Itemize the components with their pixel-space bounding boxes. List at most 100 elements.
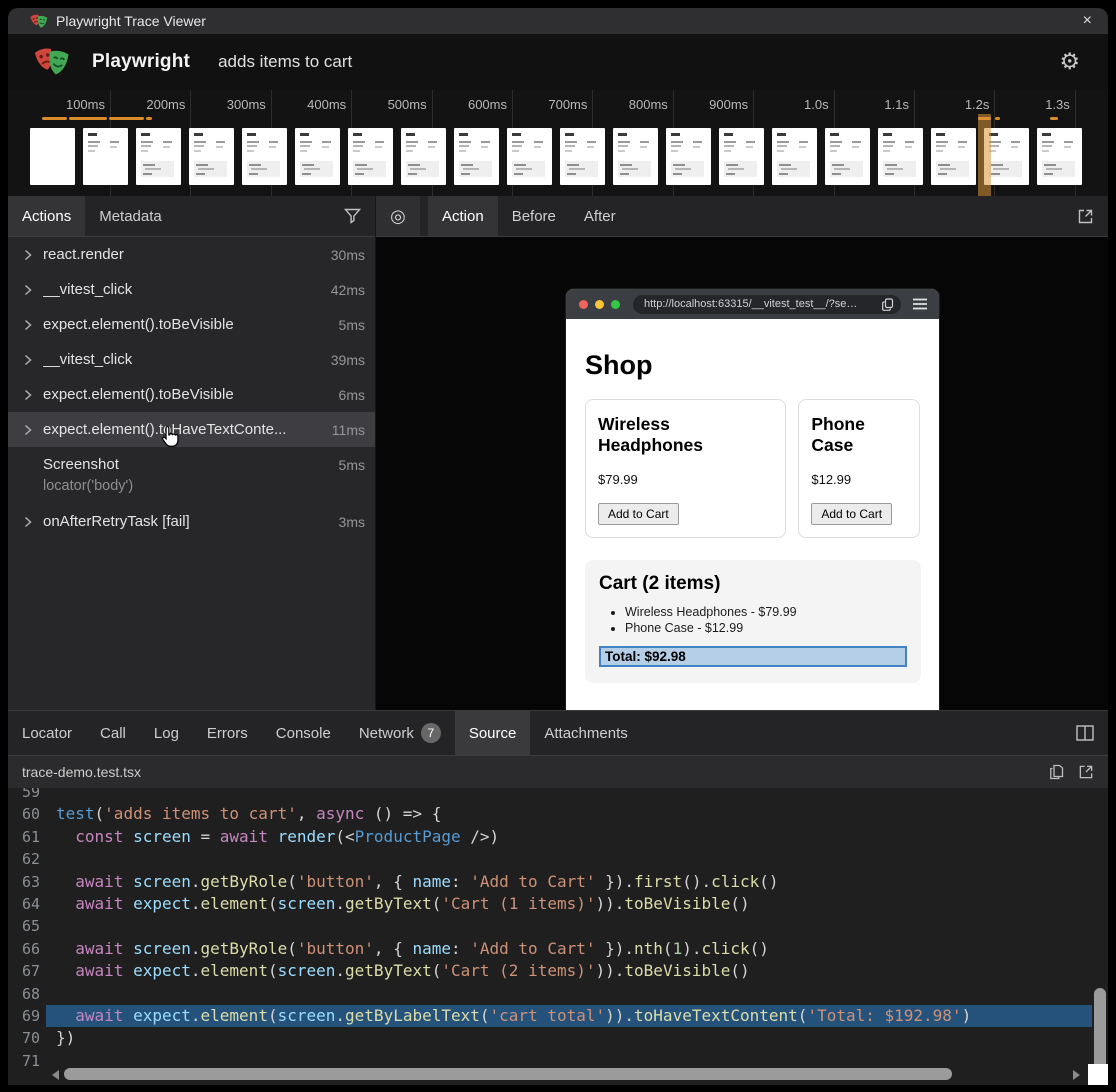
action-row[interactable]: expect.element().toHaveTextConte...11ms [8, 412, 375, 447]
action-row[interactable]: Screenshot5ms [8, 447, 375, 482]
timeline-thumbnail[interactable] [931, 128, 976, 185]
tab-label: Network [359, 725, 414, 742]
timeline-thumbnail[interactable] [507, 128, 552, 185]
line-content: await expect.element(screen.getByText('C… [46, 960, 1092, 982]
add-to-cart-button[interactable]: Add to Cart [811, 503, 892, 525]
code-line: 70}) [8, 1027, 1092, 1049]
source-code-viewer[interactable]: 5960test('adds items to cart', async () … [8, 788, 1108, 1085]
horizontal-scrollbar-thumb[interactable] [64, 1068, 952, 1080]
action-row[interactable]: onAfterRetryTask [fail]3ms [8, 504, 375, 539]
action-row[interactable]: __vitest_click42ms [8, 272, 375, 307]
action-label: expect.element().toHaveTextConte... [43, 421, 324, 438]
open-external-icon[interactable] [1077, 208, 1094, 225]
timeline-thumbnail[interactable] [719, 128, 764, 185]
tab-log[interactable]: Log [140, 711, 193, 755]
tab-call[interactable]: Call [86, 711, 140, 755]
scroll-left-arrow-icon[interactable] [52, 1070, 59, 1080]
timeline-thumbnail[interactable] [295, 128, 340, 185]
tab-label: Call [100, 725, 126, 742]
line-content [46, 848, 1092, 870]
line-number: 68 [8, 983, 46, 1005]
tab-locator[interactable]: Locator [8, 711, 86, 755]
timeline-thumbnail[interactable] [666, 128, 711, 185]
line-content: await screen.getByRole('button', { name:… [46, 871, 1092, 893]
traffic-light-red [579, 300, 588, 309]
timeline-thumbnail[interactable] [878, 128, 923, 185]
timeline-thumbnail[interactable] [136, 128, 181, 185]
playwright-masks-icon [30, 13, 48, 30]
address-bar[interactable]: http://localhost:63315/__vitest_test__/?… [633, 295, 901, 314]
line-content: await screen.getByRole('button', { name:… [46, 938, 1092, 960]
add-to-cart-button[interactable]: Add to Cart [598, 503, 679, 525]
scroll-right-arrow-icon[interactable] [1073, 1070, 1080, 1080]
timeline-thumbnail[interactable] [825, 128, 870, 185]
action-row[interactable]: expect.element().toBeVisible6ms [8, 377, 375, 412]
timeline-thumbnail[interactable] [613, 128, 658, 185]
tab-errors[interactable]: Errors [193, 711, 262, 755]
chevron-right-icon[interactable] [24, 284, 43, 296]
product-name: Wireless Headphones [598, 414, 773, 456]
timeline-thumbnail[interactable] [348, 128, 393, 185]
tab-before[interactable]: Before [498, 196, 570, 236]
product-cards: Wireless Headphones$79.99Add to Cart Phon… [585, 399, 920, 538]
tab-label: Errors [207, 725, 248, 742]
line-content [46, 915, 1092, 937]
action-label: Screenshot [43, 456, 331, 473]
timeline-thumbnail[interactable] [242, 128, 287, 185]
timeline-thumbnail[interactable] [83, 128, 128, 185]
product-name: Phone Case [811, 414, 907, 456]
chevron-right-icon[interactable] [24, 389, 43, 401]
chevron-right-icon[interactable] [24, 354, 43, 366]
chevron-right-icon[interactable] [24, 424, 43, 436]
copy-source-icon[interactable] [1049, 764, 1064, 780]
timeline-thumbnails [30, 128, 1082, 185]
chevron-right-icon[interactable] [24, 249, 43, 261]
vertical-scrollbar[interactable] [1092, 788, 1106, 1065]
action-row[interactable]: react.render30ms [8, 237, 375, 272]
line-content: const screen = await render(<ProductPage… [46, 826, 1092, 848]
chevron-right-icon[interactable] [24, 319, 43, 331]
filter-icon[interactable] [344, 208, 361, 224]
timeline-thumbnail[interactable] [30, 128, 75, 185]
main-split: ActionsMetadata react.render30ms__vitest… [8, 196, 1108, 710]
action-label: __vitest_click [43, 351, 323, 368]
tab-attachments[interactable]: Attachments [530, 711, 641, 755]
tab-source[interactable]: Source [455, 711, 531, 755]
timeline-thumbnail[interactable] [1037, 128, 1082, 185]
cart-item: Wireless Headphones - $79.99 [625, 605, 907, 619]
open-source-external-icon[interactable] [1078, 764, 1094, 780]
code-line: 63 await screen.getByRole('button', { na… [8, 871, 1092, 893]
source-filename: trace-demo.test.tsx [22, 764, 141, 780]
action-row[interactable]: __vitest_click39ms [8, 342, 375, 377]
split-view-icon[interactable] [1076, 725, 1094, 741]
timeline-action-bar [146, 117, 152, 120]
action-row[interactable]: expect.element().toBeVisible5ms [8, 307, 375, 342]
pick-locator-button[interactable]: ◎ [376, 196, 420, 236]
timeline[interactable]: 100ms200ms300ms400ms500ms600ms700ms800ms… [8, 90, 1108, 197]
close-icon[interactable]: × [1083, 13, 1092, 29]
tab-after[interactable]: After [570, 196, 630, 236]
timeline-thumbnail[interactable] [189, 128, 234, 185]
settings-gear-icon[interactable]: ⚙ [1059, 51, 1080, 74]
tab-network[interactable]: Network7 [345, 711, 455, 755]
code-lines: 5960test('adds items to cart', async () … [8, 788, 1092, 1072]
horizontal-scrollbar[interactable] [8, 1067, 1086, 1081]
tab-console[interactable]: Console [262, 711, 345, 755]
tab-action[interactable]: Action [428, 196, 498, 236]
vertical-scrollbar-thumb[interactable] [1094, 988, 1106, 1074]
browser-menu-icon[interactable] [912, 298, 928, 310]
copy-url-icon[interactable] [882, 298, 894, 311]
timeline-thumbnail[interactable] [401, 128, 446, 185]
tab-actions[interactable]: Actions [8, 196, 85, 236]
chevron-right-icon[interactable] [24, 516, 43, 528]
window-title: Playwright Trace Viewer [56, 13, 206, 29]
action-locator-subtext: locator('body') [8, 478, 375, 504]
timeline-thumbnail[interactable] [454, 128, 499, 185]
timeline-thumbnail[interactable] [560, 128, 605, 185]
tab-metadata[interactable]: Metadata [85, 196, 176, 236]
timeline-thumbnail[interactable] [772, 128, 817, 185]
product-card: Wireless Headphones$79.99Add to Cart [585, 399, 786, 538]
action-duration: 5ms [339, 317, 365, 333]
action-label: expect.element().toBeVisible [43, 386, 331, 403]
actions-tabbar: ActionsMetadata [8, 196, 375, 237]
